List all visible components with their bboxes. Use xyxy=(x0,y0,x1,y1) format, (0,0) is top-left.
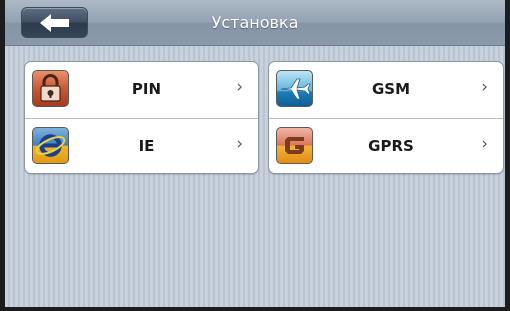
chevron-right-icon: › xyxy=(481,134,488,154)
chevron-right-icon: › xyxy=(236,134,243,154)
settings-panel-right: GSM › GPRS › xyxy=(268,61,504,174)
menu-item-gprs[interactable]: GPRS › xyxy=(269,118,503,173)
page-title: Установка xyxy=(211,13,299,32)
menu-item-label: GPRS xyxy=(368,137,414,155)
chevron-right-icon: › xyxy=(481,77,488,97)
gprs-g-icon xyxy=(276,127,313,164)
chevron-right-icon: › xyxy=(236,77,243,97)
menu-item-label: PIN xyxy=(131,80,162,98)
menu-item-label: IE xyxy=(138,137,155,155)
padlock-icon xyxy=(32,70,69,107)
menu-item-gsm[interactable]: GSM › xyxy=(269,62,503,117)
menu-item-label: GSM xyxy=(371,80,411,98)
internet-explorer-icon xyxy=(32,127,69,164)
airplane-icon xyxy=(276,70,313,107)
menu-item-ie[interactable]: IE › xyxy=(25,118,258,173)
settings-panel-left: PIN › IE › xyxy=(24,61,259,174)
settings-screen: Установка PIN › IE › GSM › GPRS › xyxy=(0,0,510,311)
menu-item-pin[interactable]: PIN › xyxy=(25,62,258,117)
header-bar: Установка xyxy=(5,0,505,46)
